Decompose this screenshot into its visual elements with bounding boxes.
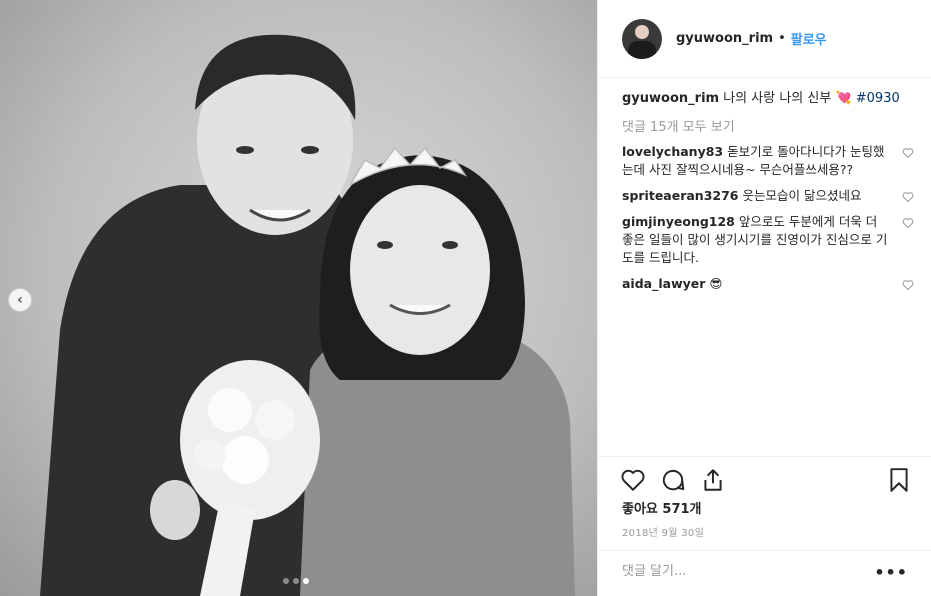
- avatar[interactable]: [622, 18, 662, 59]
- comment-username[interactable]: aida_lawyer: [622, 276, 705, 291]
- carousel-indicator: [283, 578, 309, 584]
- follow-button[interactable]: 팔로우: [791, 29, 827, 48]
- post-photo[interactable]: ‹: [0, 0, 597, 596]
- comment-item: spriteaeran3276 웃는모습이 닮으셨네요: [622, 187, 914, 205]
- author-username[interactable]: gyuwoon_rim: [676, 31, 773, 46]
- more-options-button[interactable]: •••: [874, 563, 908, 582]
- comment-item: gimjinyeong128 앞으로도 두분에게 더욱 더 좋은 일들이 많이 …: [622, 213, 914, 267]
- post-sidebar: gyuwoon_rim • 팔로우 gyuwoon_rim 나의 사랑 나의 신…: [597, 0, 931, 596]
- comment-text: 😎: [709, 276, 723, 291]
- instagram-post: ‹ gyuwoon_rim • 팔로우 gyuwoon_rim 나의 사랑 나의…: [0, 0, 931, 596]
- carousel-prev-button[interactable]: ‹: [8, 288, 32, 312]
- caption-emoji: 💘: [835, 91, 852, 106]
- comment-username[interactable]: lovelychany83: [622, 144, 723, 159]
- heart-icon[interactable]: [902, 191, 914, 203]
- chevron-left-icon: ‹: [17, 292, 23, 308]
- comment-icon[interactable]: [660, 467, 686, 493]
- comment-input[interactable]: [622, 564, 872, 579]
- caption-hashtag[interactable]: #0930: [856, 91, 900, 106]
- separator-dot: •: [778, 31, 786, 46]
- heart-icon[interactable]: [902, 217, 914, 229]
- comment-item: lovelychany83 돋보기로 돌아다니다가 눈팅했는데 사진 잘찍으시네…: [622, 143, 914, 179]
- post-header: gyuwoon_rim • 팔로우: [598, 0, 931, 78]
- caption-username[interactable]: gyuwoon_rim: [622, 91, 719, 106]
- comments-section: gyuwoon_rim 나의 사랑 나의 신부 💘 #0930 댓글 15개 모…: [622, 90, 914, 293]
- comment-username[interactable]: spriteaeran3276: [622, 188, 739, 203]
- caption-text: 나의 사랑 나의 신부: [723, 91, 832, 106]
- photo-illustration: [40, 34, 575, 596]
- action-bar: [598, 456, 931, 496]
- carousel-dot: [283, 578, 289, 584]
- comment-username[interactable]: gimjinyeong128: [622, 214, 735, 229]
- bookmark-icon[interactable]: [886, 467, 912, 493]
- post-date[interactable]: 2018년 9월 30일: [622, 524, 704, 539]
- carousel-dot-active: [303, 578, 309, 584]
- post-caption: gyuwoon_rim 나의 사랑 나의 신부 💘 #0930: [622, 90, 912, 108]
- comment-text: 웃는모습이 닮으셨네요: [742, 188, 862, 203]
- comment-item: aida_lawyer 😎: [622, 275, 914, 293]
- likes-count[interactable]: 좋아요 571개: [622, 498, 702, 517]
- view-all-comments-link[interactable]: 댓글 15개 모두 보기: [622, 116, 912, 135]
- add-comment-bar: •••: [598, 550, 931, 596]
- heart-icon[interactable]: [902, 279, 914, 291]
- heart-icon[interactable]: [620, 467, 646, 493]
- heart-icon[interactable]: [902, 147, 914, 159]
- carousel-dot: [293, 578, 299, 584]
- share-icon[interactable]: [700, 467, 726, 493]
